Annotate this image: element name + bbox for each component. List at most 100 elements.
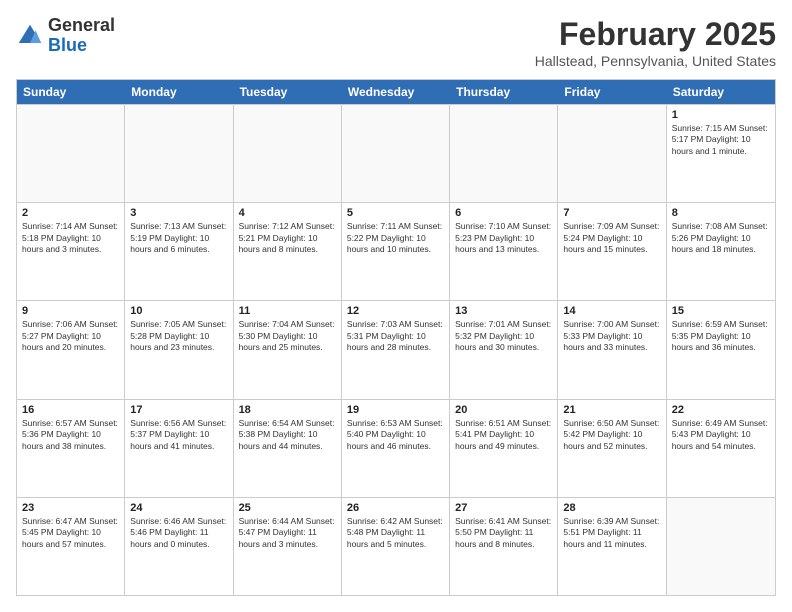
day-info: Sunrise: 6:44 AM Sunset: 5:47 PM Dayligh…	[239, 516, 336, 550]
day-number: 28	[563, 502, 660, 514]
logo-text: General Blue	[48, 16, 115, 56]
day-number: 1	[672, 109, 770, 121]
day-number: 9	[22, 305, 119, 317]
day-cell-5: 5Sunrise: 7:11 AM Sunset: 5:22 PM Daylig…	[342, 203, 450, 300]
weekday-header-friday: Friday	[558, 80, 666, 104]
day-cell-28: 28 Sunrise: 6:39 AM Sunset: 5:51 PM Dayli…	[558, 498, 666, 595]
day-number: 10	[130, 305, 227, 317]
day-number: 19	[347, 404, 444, 416]
weekday-header-sunday: Sunday	[17, 80, 125, 104]
weekday-header-monday: Monday	[125, 80, 233, 104]
calendar-header: SundayMondayTuesdayWednesdayThursdayFrid…	[17, 80, 775, 104]
day-number: 3	[130, 207, 227, 219]
day-cell-16: 16Sunrise: 6:57 AM Sunset: 5:36 PM Dayli…	[17, 400, 125, 497]
day-number: 22	[672, 404, 770, 416]
month-title: February 2025	[535, 16, 776, 53]
calendar-row-1: 2 Sunrise: 7:14 AM Sunset: 5:18 PM Daylig…	[17, 202, 775, 300]
day-cell-23: 23Sunrise: 6:47 AM Sunset: 5:45 PM Dayli…	[17, 498, 125, 595]
day-number: 11	[239, 305, 336, 317]
calendar-row-0: 1 Sunrise: 7:15 AM Sunset: 5:17 PM Daylig…	[17, 104, 775, 202]
day-cell-9: 9 Sunrise: 7:06 AM Sunset: 5:27 PM Daylig…	[17, 301, 125, 398]
day-info: Sunrise: 6:51 AM Sunset: 5:41 PM Dayligh…	[455, 418, 552, 452]
page: General Blue February 2025 Hallstead, Pe…	[0, 0, 792, 612]
day-number: 25	[239, 502, 336, 514]
day-info: Sunrise: 7:01 AM Sunset: 5:32 PM Dayligh…	[455, 319, 552, 353]
calendar-row-3: 16Sunrise: 6:57 AM Sunset: 5:36 PM Dayli…	[17, 399, 775, 497]
empty-cell-0-1	[125, 105, 233, 202]
empty-cell-0-3	[342, 105, 450, 202]
day-cell-7: 7 Sunrise: 7:09 AM Sunset: 5:24 PM Daylig…	[558, 203, 666, 300]
day-cell-13: 13 Sunrise: 7:01 AM Sunset: 5:32 PM Dayli…	[450, 301, 558, 398]
day-number: 16	[22, 404, 119, 416]
logo: General Blue	[16, 16, 115, 56]
day-info: Sunrise: 6:56 AM Sunset: 5:37 PM Dayligh…	[130, 418, 227, 452]
day-number: 2	[22, 207, 119, 219]
location: Hallstead, Pennsylvania, United States	[535, 53, 776, 69]
day-cell-17: 17 Sunrise: 6:56 AM Sunset: 5:37 PM Dayli…	[125, 400, 233, 497]
day-number: 6	[455, 207, 552, 219]
day-info: Sunrise: 7:13 AM Sunset: 5:19 PM Dayligh…	[130, 221, 227, 255]
day-number: 18	[239, 404, 336, 416]
day-cell-20: 20 Sunrise: 6:51 AM Sunset: 5:41 PM Dayli…	[450, 400, 558, 497]
weekday-header-saturday: Saturday	[667, 80, 775, 104]
day-number: 26	[347, 502, 444, 514]
day-info: Sunrise: 6:39 AM Sunset: 5:51 PM Dayligh…	[563, 516, 660, 550]
day-number: 14	[563, 305, 660, 317]
day-info: Sunrise: 7:05 AM Sunset: 5:28 PM Dayligh…	[130, 319, 227, 353]
day-info: Sunrise: 6:46 AM Sunset: 5:46 PM Dayligh…	[130, 516, 227, 550]
day-info: Sunrise: 7:10 AM Sunset: 5:23 PM Dayligh…	[455, 221, 552, 255]
day-info: Sunrise: 7:03 AM Sunset: 5:31 PM Dayligh…	[347, 319, 444, 353]
day-cell-6: 6 Sunrise: 7:10 AM Sunset: 5:23 PM Daylig…	[450, 203, 558, 300]
day-number: 17	[130, 404, 227, 416]
day-cell-8: 8 Sunrise: 7:08 AM Sunset: 5:26 PM Daylig…	[667, 203, 775, 300]
day-number: 27	[455, 502, 552, 514]
day-cell-21: 21 Sunrise: 6:50 AM Sunset: 5:42 PM Dayli…	[558, 400, 666, 497]
day-number: 13	[455, 305, 552, 317]
day-info: Sunrise: 6:50 AM Sunset: 5:42 PM Dayligh…	[563, 418, 660, 452]
weekday-header-tuesday: Tuesday	[234, 80, 342, 104]
day-cell-27: 27 Sunrise: 6:41 AM Sunset: 5:50 PM Dayli…	[450, 498, 558, 595]
day-number: 15	[672, 305, 770, 317]
day-cell-18: 18 Sunrise: 6:54 AM Sunset: 5:38 PM Dayli…	[234, 400, 342, 497]
day-info: Sunrise: 7:08 AM Sunset: 5:26 PM Dayligh…	[672, 221, 770, 255]
day-number: 4	[239, 207, 336, 219]
day-number: 5	[347, 207, 444, 219]
day-cell-11: 11 Sunrise: 7:04 AM Sunset: 5:30 PM Dayli…	[234, 301, 342, 398]
day-number: 8	[672, 207, 770, 219]
day-cell-10: 10 Sunrise: 7:05 AM Sunset: 5:28 PM Dayli…	[125, 301, 233, 398]
day-cell-2: 2 Sunrise: 7:14 AM Sunset: 5:18 PM Daylig…	[17, 203, 125, 300]
day-cell-1: 1 Sunrise: 7:15 AM Sunset: 5:17 PM Daylig…	[667, 105, 775, 202]
day-info: Sunrise: 6:59 AM Sunset: 5:35 PM Dayligh…	[672, 319, 770, 353]
day-cell-26: 26 Sunrise: 6:42 AM Sunset: 5:48 PM Dayli…	[342, 498, 450, 595]
day-info: Sunrise: 6:42 AM Sunset: 5:48 PM Dayligh…	[347, 516, 444, 550]
day-number: 21	[563, 404, 660, 416]
day-info: Sunrise: 7:09 AM Sunset: 5:24 PM Dayligh…	[563, 221, 660, 255]
day-info: Sunrise: 7:12 AM Sunset: 5:21 PM Dayligh…	[239, 221, 336, 255]
empty-cell-0-4	[450, 105, 558, 202]
day-info: Sunrise: 6:49 AM Sunset: 5:43 PM Dayligh…	[672, 418, 770, 452]
day-info: Sunrise: 6:47 AM Sunset: 5:45 PM Dayligh…	[22, 516, 119, 550]
day-cell-3: 3 Sunrise: 7:13 AM Sunset: 5:19 PM Daylig…	[125, 203, 233, 300]
header: General Blue February 2025 Hallstead, Pe…	[16, 16, 776, 69]
day-number: 7	[563, 207, 660, 219]
day-cell-12: 12 Sunrise: 7:03 AM Sunset: 5:31 PM Dayli…	[342, 301, 450, 398]
title-block: February 2025 Hallstead, Pennsylvania, U…	[535, 16, 776, 69]
empty-cell-0-5	[558, 105, 666, 202]
day-info: Sunrise: 6:41 AM Sunset: 5:50 PM Dayligh…	[455, 516, 552, 550]
day-cell-25: 25 Sunrise: 6:44 AM Sunset: 5:47 PM Dayli…	[234, 498, 342, 595]
empty-cell-0-0	[17, 105, 125, 202]
day-number: 20	[455, 404, 552, 416]
empty-cell-0-2	[234, 105, 342, 202]
day-cell-19: 19 Sunrise: 6:53 AM Sunset: 5:40 PM Dayli…	[342, 400, 450, 497]
day-info: Sunrise: 7:04 AM Sunset: 5:30 PM Dayligh…	[239, 319, 336, 353]
day-info: Sunrise: 7:15 AM Sunset: 5:17 PM Dayligh…	[672, 123, 770, 157]
day-cell-14: 14 Sunrise: 7:00 AM Sunset: 5:33 PM Dayli…	[558, 301, 666, 398]
day-number: 24	[130, 502, 227, 514]
empty-cell-4-6	[667, 498, 775, 595]
day-info: Sunrise: 6:54 AM Sunset: 5:38 PM Dayligh…	[239, 418, 336, 452]
day-info: Sunrise: 7:14 AM Sunset: 5:18 PM Dayligh…	[22, 221, 119, 255]
day-info: Sunrise: 6:53 AM Sunset: 5:40 PM Dayligh…	[347, 418, 444, 452]
day-info: Sunrise: 7:06 AM Sunset: 5:27 PM Dayligh…	[22, 319, 119, 353]
day-number: 12	[347, 305, 444, 317]
day-info: Sunrise: 7:00 AM Sunset: 5:33 PM Dayligh…	[563, 319, 660, 353]
